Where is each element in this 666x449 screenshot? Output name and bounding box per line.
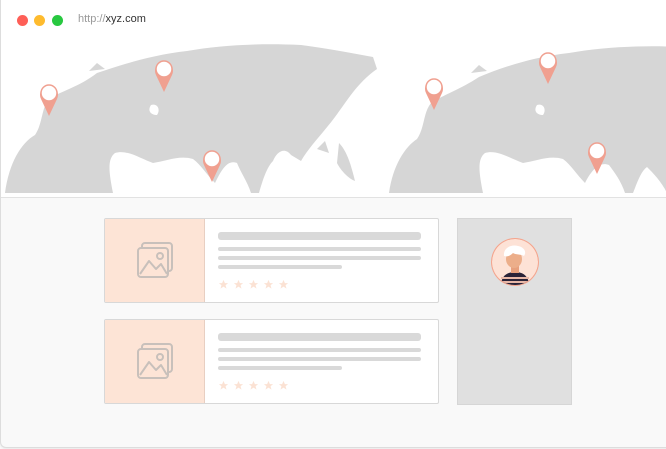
star-icon <box>278 380 289 390</box>
star-icon <box>263 380 274 390</box>
text-line-placeholder <box>218 348 421 352</box>
listing-card[interactable] <box>104 218 439 303</box>
world-map-graphic <box>5 44 666 193</box>
pin-southeast-asia[interactable] <box>586 141 608 175</box>
star-icon <box>263 279 274 289</box>
star-icon <box>218 279 229 289</box>
title-bar: http://xyz.com <box>1 0 666 44</box>
title-placeholder <box>218 232 421 240</box>
rating-stars <box>218 378 293 396</box>
image-placeholder-icon <box>137 242 173 278</box>
url-host: xyz.com <box>105 13 146 25</box>
pin-western-europe[interactable] <box>38 83 60 117</box>
image-placeholder-icon <box>137 343 173 379</box>
rating-stars <box>218 277 293 295</box>
text-line-placeholder <box>218 247 421 251</box>
listing-thumbnail <box>105 320 205 403</box>
listing-card[interactable] <box>104 319 439 404</box>
star-icon <box>233 380 244 390</box>
maximize-window-button[interactable] <box>52 15 63 26</box>
pin-india[interactable] <box>201 149 223 183</box>
text-line-placeholder <box>218 357 421 361</box>
world-map <box>1 43 666 198</box>
pin-siberia[interactable] <box>537 51 559 85</box>
star-icon <box>248 380 259 390</box>
close-window-button[interactable] <box>17 15 28 26</box>
text-line-placeholder <box>218 366 342 370</box>
listing-thumbnail <box>105 219 205 302</box>
profile-panel <box>457 218 572 405</box>
star-icon <box>233 279 244 289</box>
title-placeholder <box>218 333 421 341</box>
pin-eastern-europe[interactable] <box>423 77 445 111</box>
browser-window: http://xyz.com <box>0 0 666 448</box>
pin-russia[interactable] <box>153 59 175 93</box>
text-line-placeholder <box>218 265 342 269</box>
address-bar[interactable]: http://xyz.com <box>78 13 146 25</box>
url-protocol: http:// <box>78 13 106 25</box>
user-avatar-icon[interactable] <box>491 238 539 286</box>
star-icon <box>278 279 289 289</box>
minimize-window-button[interactable] <box>34 15 45 26</box>
text-line-placeholder <box>218 256 421 260</box>
star-icon <box>248 279 259 289</box>
star-icon <box>218 380 229 390</box>
